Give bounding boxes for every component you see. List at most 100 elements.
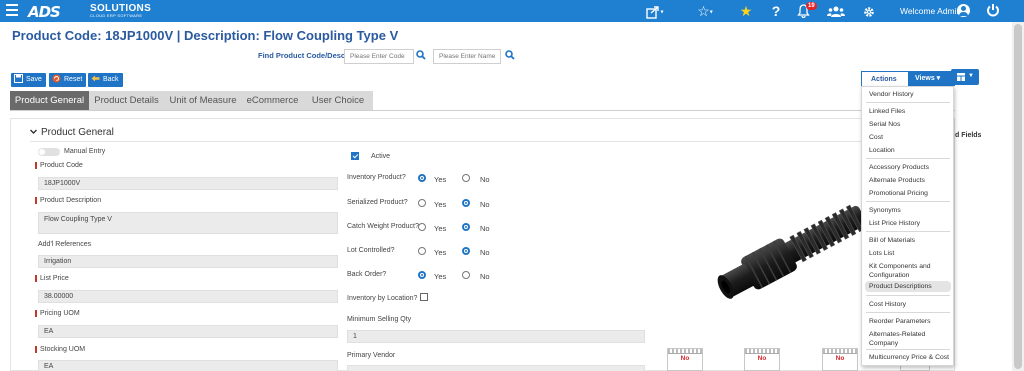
chevron-down-icon [30, 127, 37, 134]
no-image-thumbnail[interactable]: No [667, 348, 703, 371]
power-logout-icon[interactable] [986, 3, 1000, 17]
back-order-no-radio[interactable] [462, 271, 470, 279]
menu-item-bill-of-materials[interactable]: Bill of Materials [862, 236, 953, 245]
favorites-dropdown-icon[interactable]: ☆▾ [692, 3, 718, 19]
hamburger-menu-icon[interactable] [6, 4, 18, 16]
save-label: Save [26, 76, 42, 83]
back-button[interactable]: Back [88, 73, 123, 87]
section-divider [30, 141, 955, 142]
tab-unit-of-measure[interactable]: Unit of Measure [164, 91, 242, 110]
lot-controlled-no-radio[interactable] [462, 247, 470, 255]
logo-mark: ADS [28, 3, 61, 21]
inventory-no-label: No [480, 175, 490, 184]
catch-weight-no-radio[interactable] [462, 223, 470, 231]
lot-controlled-yes-label: Yes [434, 248, 447, 257]
menu-item-synonyms[interactable]: Synonyms [862, 206, 953, 215]
reset-button[interactable]: Reset [49, 73, 87, 87]
inventory-no-radio[interactable] [462, 174, 470, 182]
serialized-product-label: Serialized Product? [347, 199, 408, 206]
serialized-yes-radio[interactable] [418, 199, 426, 207]
product-description-field[interactable]: Flow Coupling Type V [38, 212, 338, 234]
list-price-field[interactable]: 38.00000 [38, 290, 338, 303]
search-icon[interactable] [416, 50, 428, 62]
tab-product-general[interactable]: Product General [10, 91, 89, 110]
product-code-search-input[interactable] [344, 49, 414, 64]
menu-item-multicurrency-price-cost[interactable]: Multicurrency Price & Cost [862, 353, 953, 362]
menu-item-product-descriptions[interactable]: Product Descriptions [865, 281, 951, 292]
menu-item-alternates-related-company[interactable]: Alternates-Related Company [862, 330, 953, 348]
scrollbar-thumb[interactable] [1014, 24, 1022, 369]
serialized-no-radio[interactable] [462, 199, 470, 207]
menu-item-list-price-history[interactable]: List Price History [862, 219, 953, 228]
section-title: Product General [41, 127, 114, 138]
actions-tab[interactable]: Actions [861, 71, 909, 86]
views-tab[interactable]: Views ▾ [909, 71, 955, 86]
menu-item-promotional-pricing[interactable]: Promotional Pricing [862, 189, 953, 198]
welcome-text: Welcome Admin [900, 6, 962, 16]
no-image-thumbnail[interactable]: No [744, 348, 780, 371]
menu-item-linked-files[interactable]: Linked Files [862, 107, 953, 116]
addl-references-field[interactable]: Irrigation [38, 255, 338, 268]
pricing-uom-field[interactable]: EA [38, 325, 338, 338]
share-icon[interactable]: ▾ [642, 3, 668, 19]
gear-icon[interactable] [862, 3, 876, 19]
catch-weight-yes-radio[interactable] [418, 223, 426, 231]
alternates-related-line2: Company [869, 340, 899, 347]
user-avatar-icon[interactable] [957, 4, 970, 17]
no-image-thumbnail[interactable]: No [822, 348, 858, 371]
tab-user-choice[interactable]: User Choice [303, 91, 373, 110]
vertical-scrollbar[interactable] [1012, 22, 1024, 371]
tab-product-details[interactable]: Product Details [89, 91, 164, 110]
menu-item-reorder-parameters[interactable]: Reorder Parameters [862, 317, 953, 326]
menu-divider [866, 349, 950, 350]
save-button[interactable]: Save [11, 73, 46, 87]
reset-label: Reset [64, 76, 83, 83]
menu-item-lots-list[interactable]: Lots List [862, 249, 953, 258]
manual-entry-label: Manual Entry [64, 148, 106, 155]
product-name-search-input[interactable] [433, 49, 501, 64]
search-icon[interactable] [505, 50, 517, 62]
menu-item-kit-components[interactable]: Kit Components and Configuration [862, 262, 953, 280]
menu-divider [866, 158, 950, 159]
notification-count-badge: 19 [806, 2, 817, 10]
menu-divider [866, 312, 950, 313]
chevron-down-icon: ▼ [968, 73, 974, 79]
grid-icon [957, 73, 965, 81]
kit-components-line2: Configuration [869, 272, 910, 279]
menu-item-location[interactable]: Location [862, 146, 953, 155]
menu-item-accessory-products[interactable]: Accessory Products [862, 163, 953, 172]
fields-tab-label[interactable]: d Fields [955, 132, 981, 139]
product-code-field[interactable]: 18JP1000V [38, 177, 338, 190]
section-header[interactable]: Product General [30, 127, 114, 138]
bell-icon[interactable]: 19 [797, 2, 819, 19]
menu-item-cost-history[interactable]: Cost History [862, 300, 953, 309]
tab-ecommerce[interactable]: eCommerce [242, 91, 303, 110]
logo-subtitle: CLOUD ERP SOFTWARE [90, 13, 143, 18]
primary-vendor-field[interactable] [347, 365, 645, 371]
catch-weight-yes-label: Yes [434, 224, 447, 233]
min-selling-qty-label: Minimum Selling Qty [347, 316, 412, 323]
back-order-yes-radio[interactable] [418, 271, 426, 279]
menu-item-serial-nos[interactable]: Serial Nos [862, 120, 953, 129]
menu-divider [866, 102, 950, 103]
inventory-product-label: Inventory Product? [347, 174, 406, 181]
min-selling-qty-field[interactable]: 1 [347, 330, 645, 343]
starred-icon[interactable]: ★ [738, 3, 754, 19]
active-checkbox[interactable] [351, 152, 359, 160]
lot-controlled-no-label: No [480, 248, 490, 257]
help-icon[interactable]: ? [770, 3, 782, 19]
lot-controlled-yes-radio[interactable] [418, 247, 426, 255]
inventory-by-location-checkbox[interactable] [420, 293, 428, 301]
users-icon[interactable] [826, 3, 846, 19]
tab-divider [10, 110, 955, 111]
stocking-uom-field[interactable]: EA [38, 360, 338, 371]
product-image [717, 204, 867, 299]
manual-entry-toggle[interactable] [38, 148, 60, 156]
kit-components-line1: Kit Components and [869, 263, 931, 270]
inventory-yes-radio[interactable] [418, 174, 426, 182]
alternates-related-line1: Alternates-Related [869, 331, 926, 338]
menu-item-cost[interactable]: Cost [862, 133, 953, 142]
menu-item-alternate-products[interactable]: Alternate Products [862, 176, 953, 185]
layout-menu-button[interactable]: ▼ [951, 69, 979, 85]
menu-item-vendor-history[interactable]: Vendor History [862, 90, 953, 99]
